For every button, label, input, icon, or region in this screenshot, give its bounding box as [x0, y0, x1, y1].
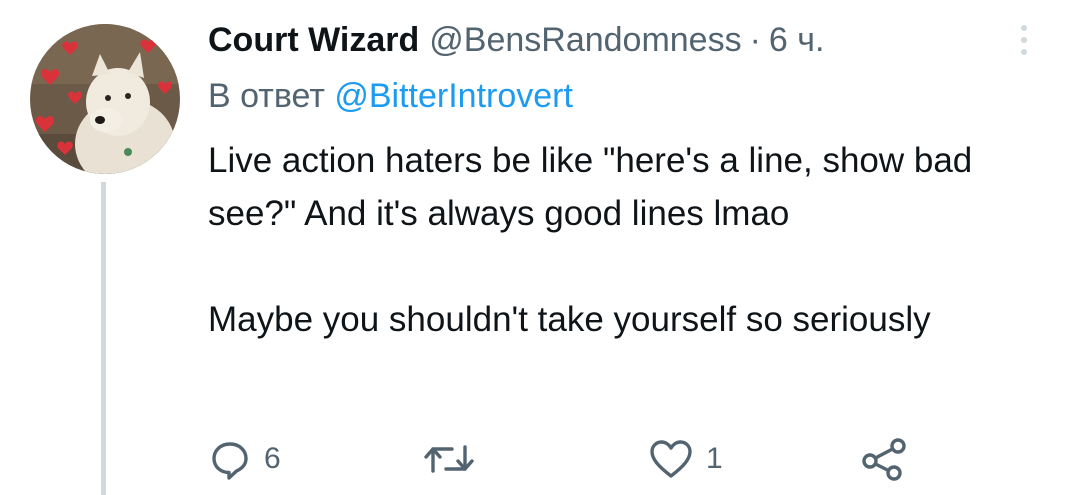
- tweet-text: Live action haters be like "here's a lin…: [208, 134, 1048, 346]
- timestamp[interactable]: 6 ч.: [769, 18, 825, 62]
- action-bar: 6 1: [208, 434, 968, 484]
- reply-prefix: В ответ: [208, 77, 325, 115]
- retweet-button[interactable]: [424, 434, 486, 484]
- like-button[interactable]: 1: [648, 434, 723, 484]
- reply-button[interactable]: 6: [208, 434, 281, 484]
- thread-line: [101, 182, 106, 495]
- user-handle[interactable]: @BensRandomness: [429, 18, 741, 62]
- reply-handle-link[interactable]: @BitterIntrovert: [334, 77, 573, 115]
- tweet-header: Court Wizard @BensRandomness · 6 ч.: [208, 18, 824, 62]
- tweet-text-paragraph-1: Live action haters be like "here's a lin…: [208, 141, 973, 233]
- reply-icon: [208, 437, 252, 481]
- separator-dot: ·: [749, 21, 761, 59]
- like-count: 1: [706, 442, 723, 475]
- tweet-text-paragraph-2: Maybe you shouldn't take yourself so ser…: [208, 300, 931, 339]
- tweet[interactable]: Court Wizard @BensRandomness · 6 ч. В от…: [0, 0, 1080, 495]
- reply-count: 6: [264, 442, 281, 475]
- more-vertical-icon[interactable]: [1012, 18, 1036, 62]
- share-icon: [860, 437, 908, 481]
- display-name[interactable]: Court Wizard: [208, 18, 419, 62]
- heart-icon: [648, 437, 694, 481]
- share-button[interactable]: [860, 434, 908, 484]
- avatar[interactable]: [30, 24, 180, 174]
- retweet-icon: [424, 437, 474, 481]
- replying-to: В ответ @BitterIntrovert: [208, 74, 573, 118]
